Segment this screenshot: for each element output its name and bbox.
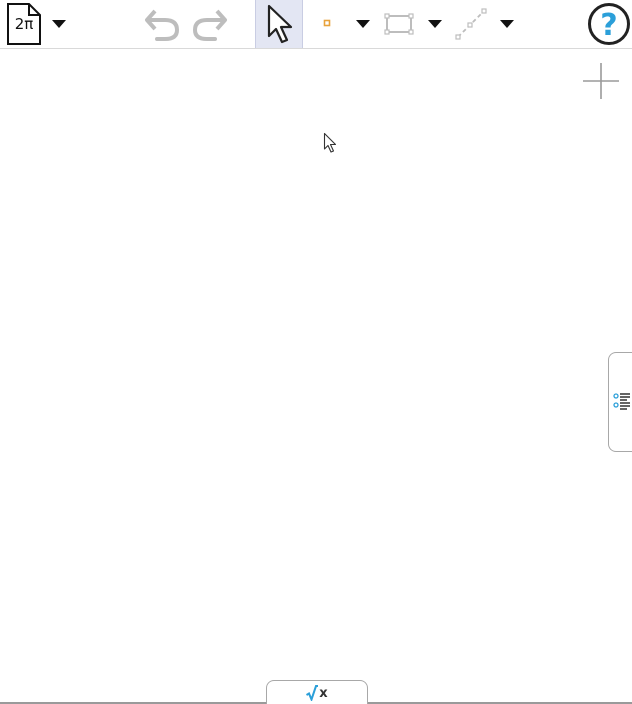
help-glyph: ? <box>600 8 617 43</box>
caret-down-icon <box>500 20 514 28</box>
file-button[interactable]: 2π <box>4 0 44 48</box>
segment-icon <box>455 8 487 40</box>
undo-icon <box>145 9 180 41</box>
caret-down-icon <box>356 20 370 28</box>
graphics-view[interactable] <box>0 49 632 703</box>
sqrt-icon <box>306 684 319 701</box>
algebra-list-icon <box>612 393 630 410</box>
point-tool-dropdown[interactable] <box>352 0 374 48</box>
arrow-cursor-icon <box>267 4 293 44</box>
polygon-tool-dropdown[interactable] <box>424 0 446 48</box>
segment-tool-dropdown[interactable] <box>496 0 518 48</box>
help-icon: ? <box>588 3 630 45</box>
help-button[interactable]: ? <box>586 0 632 48</box>
polygon-tool-button[interactable] <box>381 0 417 48</box>
zoom-in-button[interactable] <box>582 62 620 100</box>
toolbar: 2π ? <box>0 0 632 49</box>
point-tool-button[interactable] <box>316 0 340 48</box>
undo-button[interactable] <box>142 0 182 48</box>
file-menu-dropdown[interactable] <box>48 0 70 48</box>
algebra-view-toggle[interactable] <box>608 352 632 452</box>
file-button-label: 2π <box>14 15 34 33</box>
caret-down-icon <box>428 20 442 28</box>
polygon-icon <box>384 13 414 35</box>
point-icon <box>323 19 331 27</box>
caret-down-icon <box>52 20 66 28</box>
move-tool-button[interactable] <box>255 0 303 48</box>
redo-button[interactable] <box>190 0 230 48</box>
input-bar-label: x <box>319 685 328 701</box>
segment-tool-button[interactable] <box>452 0 490 48</box>
redo-icon <box>192 9 227 41</box>
plus-icon <box>583 63 619 99</box>
input-bar-toggle[interactable]: x <box>266 680 368 704</box>
geometry-app: 2π ? x <box>0 0 632 704</box>
mouse-pointer-icon <box>323 132 337 154</box>
